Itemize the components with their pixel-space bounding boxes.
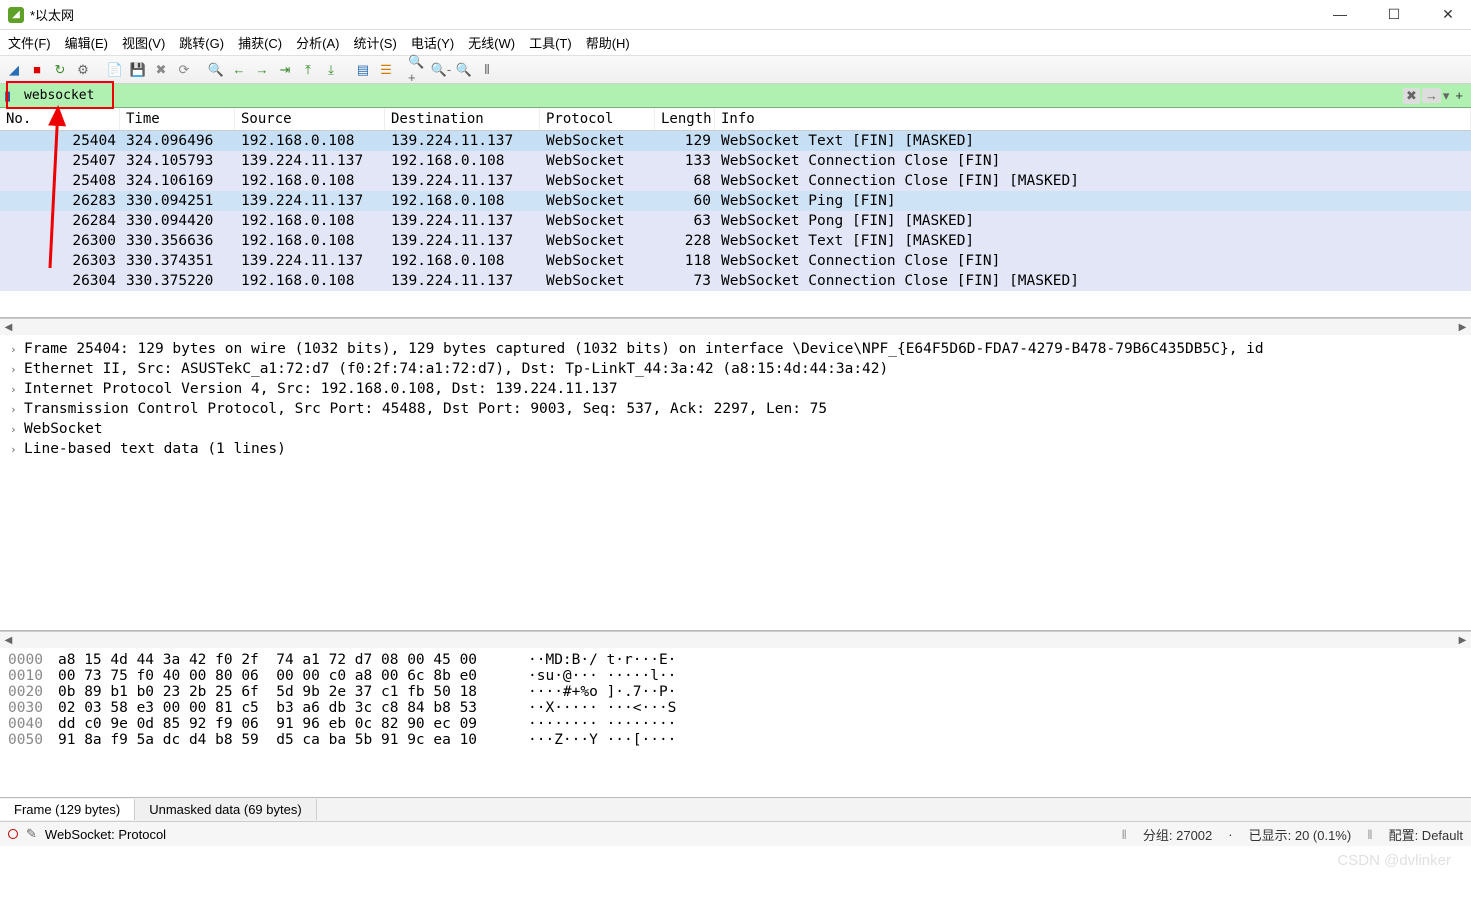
packet-row[interactable]: 26304330.375220192.168.0.108139.224.11.1…: [0, 271, 1471, 291]
window-title: *以太网: [30, 5, 1325, 24]
first-icon[interactable]: ⤒: [298, 60, 318, 80]
menubar: 文件(F) 编辑(E) 视图(V) 跳转(G) 捕获(C) 分析(A) 统计(S…: [0, 30, 1471, 56]
autoscroll-icon[interactable]: ▤: [353, 60, 373, 80]
last-icon[interactable]: ⤓: [321, 60, 341, 80]
close-button[interactable]: ✕: [1433, 6, 1463, 23]
menu-tools[interactable]: 工具(T): [529, 33, 572, 52]
scroll-right-icon[interactable]: ▶: [1454, 319, 1471, 336]
status-profile: 配置: Default: [1389, 825, 1463, 844]
apply-filter-icon[interactable]: →: [1422, 88, 1441, 103]
close-file-icon[interactable]: ✖: [151, 60, 171, 80]
detail-hscroll[interactable]: ◀ ▶: [0, 631, 1471, 648]
menu-analyze[interactable]: 分析(A): [296, 33, 339, 52]
packet-row[interactable]: 26303330.374351139.224.11.137192.168.0.1…: [0, 251, 1471, 271]
clear-filter-icon[interactable]: ✖: [1403, 88, 1420, 104]
zoom-out-icon[interactable]: 🔍-: [431, 60, 451, 80]
add-filter-icon[interactable]: +: [1451, 88, 1467, 103]
statusbar: ✎ WebSocket: Protocol ‖ 分组: 27002 · 已显示:…: [0, 822, 1471, 846]
packet-row[interactable]: 26283330.094251139.224.11.137192.168.0.1…: [0, 191, 1471, 211]
stop-capture-icon[interactable]: ■: [27, 60, 47, 80]
detail-line[interactable]: ›WebSocket: [0, 419, 1471, 439]
app-icon: ◢: [8, 7, 24, 23]
colorize-icon[interactable]: ☰: [376, 60, 396, 80]
col-len[interactable]: Length: [655, 108, 715, 130]
maximize-button[interactable]: ☐: [1379, 6, 1409, 23]
toolbar: ◢ ■ ↻ ⚙ 📄 💾 ✖ ⟳ 🔍 ← → ⇥ ⤒ ⤓ ▤ ☰ 🔍+ 🔍- 🔍 …: [0, 56, 1471, 84]
menu-edit[interactable]: 编辑(E): [65, 33, 108, 52]
col-source[interactable]: Source: [235, 108, 385, 130]
options-icon[interactable]: ⚙: [73, 60, 93, 80]
packet-row[interactable]: 25408324.106169192.168.0.108139.224.11.1…: [0, 171, 1471, 191]
resize-cols-icon[interactable]: ⫴: [477, 60, 497, 80]
packet-row[interactable]: 26284330.094420192.168.0.108139.224.11.1…: [0, 211, 1471, 231]
menu-stats[interactable]: 统计(S): [353, 33, 396, 52]
packet-row[interactable]: 25407324.105793139.224.11.137192.168.0.1…: [0, 151, 1471, 171]
bytes-tabs: Frame (129 bytes) Unmasked data (69 byte…: [0, 798, 1471, 822]
detail-line[interactable]: ›Frame 25404: 129 bytes on wire (1032 bi…: [0, 339, 1471, 359]
find-icon[interactable]: 🔍: [206, 60, 226, 80]
next-icon[interactable]: →: [252, 60, 272, 80]
save-icon[interactable]: 💾: [128, 60, 148, 80]
open-icon[interactable]: 📄: [105, 60, 125, 80]
packet-details-pane[interactable]: ›Frame 25404: 129 bytes on wire (1032 bi…: [0, 335, 1471, 631]
watermark: CSDN @dvlinker: [1337, 852, 1451, 869]
scroll-left-icon[interactable]: ◀: [0, 632, 17, 649]
packet-list-pane[interactable]: No. Time Source Destination Protocol Len…: [0, 108, 1471, 318]
expert-info-icon[interactable]: [8, 829, 18, 839]
hex-row[interactable]: 0000a8 15 4d 44 3a 42 f0 2f 74 a1 72 d7 …: [8, 652, 1463, 668]
status-packets: 分组: 27002: [1143, 825, 1212, 844]
tab-unmasked[interactable]: Unmasked data (69 bytes): [135, 799, 316, 820]
minimize-button[interactable]: —: [1325, 6, 1355, 23]
scroll-left-icon[interactable]: ◀: [0, 319, 17, 336]
hex-row[interactable]: 001000 73 75 f0 40 00 80 06 00 00 c0 a8 …: [8, 668, 1463, 684]
start-capture-icon[interactable]: ◢: [4, 60, 24, 80]
packet-hscroll[interactable]: ◀ ▶: [0, 318, 1471, 335]
window-controls: — ☐ ✕: [1325, 6, 1463, 23]
menu-capture[interactable]: 捕获(C): [238, 33, 282, 52]
edit-icon[interactable]: ✎: [26, 826, 37, 842]
detail-line[interactable]: ›Internet Protocol Version 4, Src: 192.1…: [0, 379, 1471, 399]
bookmark-icon[interactable]: ▮: [4, 88, 20, 104]
detail-line[interactable]: ›Line-based text data (1 lines): [0, 439, 1471, 459]
hex-row[interactable]: 003002 03 58 e3 00 00 81 c5 b3 a6 db 3c …: [8, 700, 1463, 716]
hex-row[interactable]: 005091 8a f9 5a dc d4 b8 59 d5 ca ba 5b …: [8, 732, 1463, 748]
status-text: WebSocket: Protocol: [45, 827, 166, 842]
menu-file[interactable]: 文件(F): [8, 33, 51, 52]
scroll-right-icon[interactable]: ▶: [1454, 632, 1471, 649]
zoom-reset-icon[interactable]: 🔍: [454, 60, 474, 80]
menu-view[interactable]: 视图(V): [122, 33, 165, 52]
titlebar: ◢ *以太网 — ☐ ✕: [0, 0, 1471, 30]
zoom-in-icon[interactable]: 🔍+: [408, 60, 428, 80]
detail-line[interactable]: ›Transmission Control Protocol, Src Port…: [0, 399, 1471, 419]
filter-bar: ▮ ✖ → ▾ +: [0, 84, 1471, 108]
status-displayed: 已显示: 20 (0.1%): [1249, 825, 1352, 844]
filter-history-icon[interactable]: ▾: [1443, 88, 1450, 104]
packet-row[interactable]: 25404324.096496192.168.0.108139.224.11.1…: [0, 131, 1471, 151]
col-proto[interactable]: Protocol: [540, 108, 655, 130]
col-dest[interactable]: Destination: [385, 108, 540, 130]
col-time[interactable]: Time: [120, 108, 235, 130]
reload-icon[interactable]: ⟳: [174, 60, 194, 80]
menu-wireless[interactable]: 无线(W): [468, 33, 515, 52]
prev-icon[interactable]: ←: [229, 60, 249, 80]
menu-help[interactable]: 帮助(H): [586, 33, 630, 52]
hex-row[interactable]: 00200b 89 b1 b0 23 2b 25 6f 5d 9b 2e 37 …: [8, 684, 1463, 700]
packet-list-header: No. Time Source Destination Protocol Len…: [0, 108, 1471, 131]
display-filter-input[interactable]: [24, 86, 1403, 105]
restart-capture-icon[interactable]: ↻: [50, 60, 70, 80]
col-info[interactable]: Info: [715, 108, 1471, 130]
tab-frame[interactable]: Frame (129 bytes): [0, 799, 135, 820]
goto-icon[interactable]: ⇥: [275, 60, 295, 80]
packet-bytes-pane[interactable]: 0000a8 15 4d 44 3a 42 f0 2f 74 a1 72 d7 …: [0, 648, 1471, 798]
packet-row[interactable]: 26300330.356636192.168.0.108139.224.11.1…: [0, 231, 1471, 251]
menu-telephony[interactable]: 电话(Y): [411, 33, 454, 52]
menu-go[interactable]: 跳转(G): [179, 33, 224, 52]
detail-line[interactable]: ›Ethernet II, Src: ASUSTekC_a1:72:d7 (f0…: [0, 359, 1471, 379]
hex-row[interactable]: 0040dd c0 9e 0d 85 92 f9 06 91 96 eb 0c …: [8, 716, 1463, 732]
